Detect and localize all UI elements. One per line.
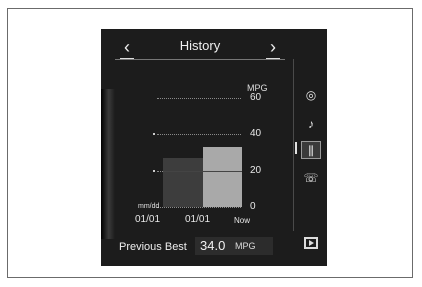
y-tick-label-60: 60	[250, 92, 262, 103]
gridline-0	[157, 207, 241, 208]
display-icon[interactable]	[304, 237, 318, 249]
display-screen: ‹ History › MPG 60 40 20 0 mm/dd 01/01 01/0…	[101, 29, 327, 266]
screen-bezel	[101, 89, 115, 239]
selection-indicator	[295, 142, 297, 154]
navigation-icon[interactable]: ◎	[301, 86, 321, 104]
previous-best-value: 34.0	[200, 238, 226, 253]
grid-dot	[153, 133, 155, 136]
sidebar-divider	[293, 59, 294, 231]
previous-best-label: Previous Best	[119, 241, 187, 253]
bar-history-1	[163, 157, 203, 207]
phone-icon[interactable]: ☏	[301, 169, 321, 187]
gridline-40	[157, 134, 241, 136]
previous-best-unit: MPG	[235, 241, 256, 251]
fuel-history-icon[interactable]: ⫼	[301, 141, 321, 159]
x-tick-label-2: 01/01	[185, 214, 211, 225]
audio-icon[interactable]: ♪	[301, 115, 321, 133]
chevron-right-icon: ›	[270, 37, 276, 57]
x-tick-label-now: Now	[234, 216, 251, 225]
grid-dot	[153, 169, 155, 172]
bar-midline	[203, 170, 242, 172]
y-tick-label-40: 40	[250, 128, 262, 140]
gridline-60	[157, 98, 241, 99]
x-tick-label-1: 01/01	[135, 214, 161, 225]
date-format-caption: mm/dd	[138, 203, 160, 210]
page-title: History	[179, 38, 221, 53]
history-header: ‹ History ›	[115, 37, 285, 60]
header-divider	[115, 59, 285, 60]
y-tick-label-20: 20	[250, 164, 262, 176]
bar-now	[203, 147, 242, 207]
next-button[interactable]: ›	[263, 37, 283, 60]
y-tick-label-0: 0	[250, 201, 256, 212]
bar-midline	[163, 170, 203, 172]
previous-best-box: 34.0 MPG	[195, 237, 273, 255]
